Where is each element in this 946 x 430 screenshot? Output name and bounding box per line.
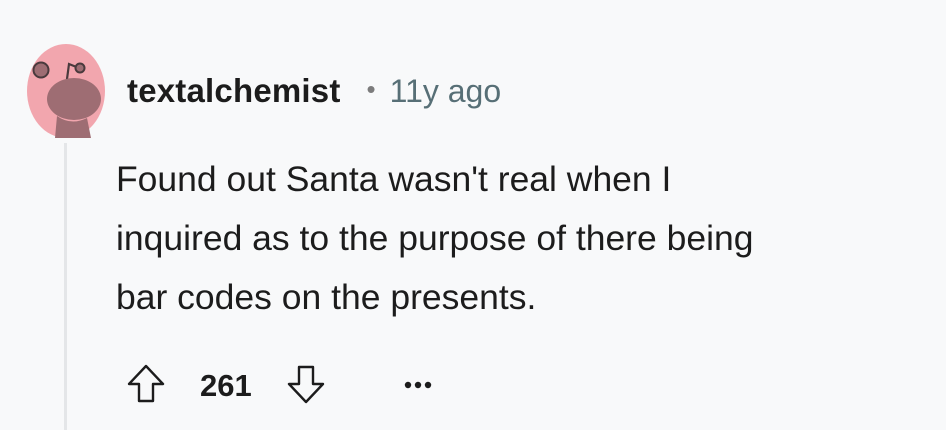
snoo-avatar-icon[interactable]: [27, 44, 105, 138]
arrow-up-icon: [125, 362, 167, 411]
comment-timestamp[interactable]: 11y ago: [390, 73, 502, 110]
comment-header: textalchemist • 11y ago: [127, 68, 501, 114]
comment-actions: 261: [124, 360, 438, 412]
meta-separator: •: [366, 73, 376, 104]
downvote-button[interactable]: [284, 361, 328, 411]
comment: textalchemist • 11y ago Found out Santa …: [0, 0, 946, 430]
arrow-down-icon: [285, 362, 327, 411]
more-options-button[interactable]: [398, 361, 438, 411]
more-horizontal-icon: [403, 377, 433, 395]
comment-body-line: inquired as to the purpose of there bein…: [116, 218, 754, 258]
comment-body-line: bar codes on the presents.: [116, 277, 537, 317]
author-username[interactable]: textalchemist: [127, 72, 341, 110]
thread-line[interactable]: [64, 143, 67, 430]
comment-body: Found out Santa wasn't real when I inqui…: [116, 150, 926, 327]
comment-body-line: Found out Santa wasn't real when I: [116, 159, 672, 199]
vote-score: 261: [200, 368, 252, 403]
upvote-button[interactable]: [124, 361, 168, 411]
